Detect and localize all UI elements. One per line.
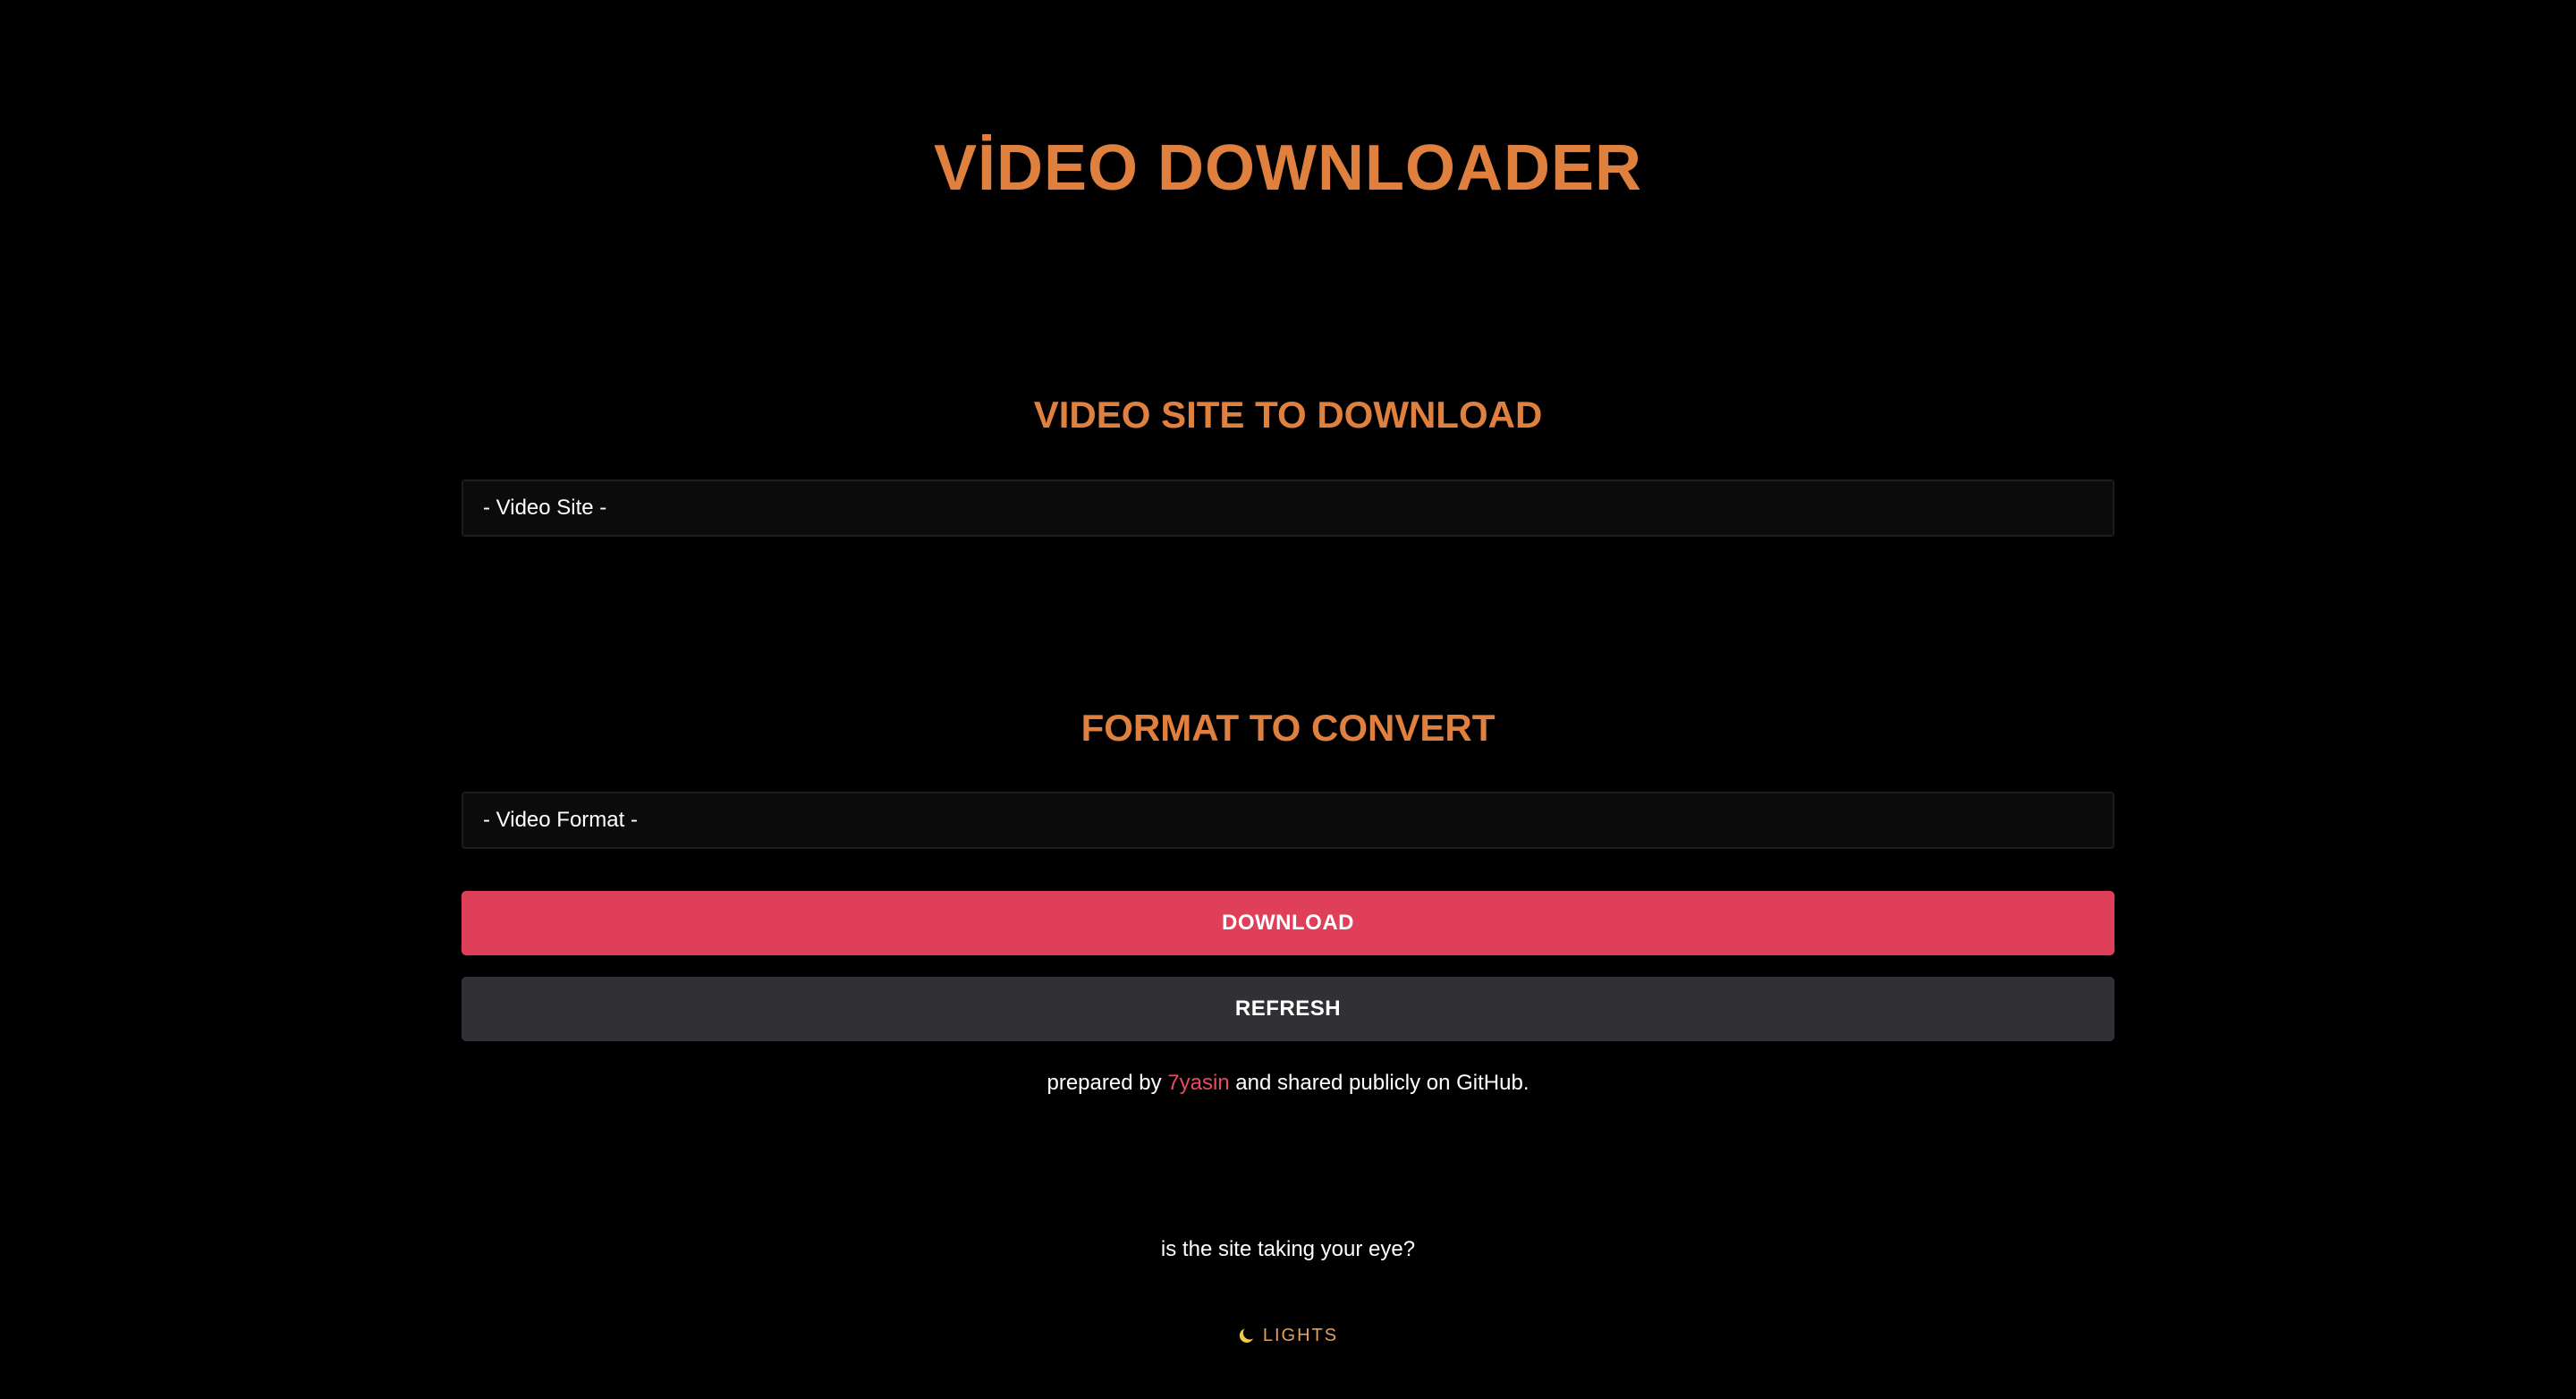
page-title: VİDEO DOWNLOADER [933, 132, 1642, 204]
refresh-button[interactable]: REFRESH [462, 977, 2114, 1041]
lights-toggle[interactable]: LIGHTS [1238, 1322, 1338, 1349]
credit-text: prepared by 7yasin and shared publicly o… [462, 1068, 2114, 1098]
video-site-select-value: - Video Site - [483, 496, 607, 520]
credit-suffix: and shared publicly on GitHub. [1229, 1071, 1530, 1095]
format-section-title: FORMAT TO CONVERT [1080, 707, 1496, 749]
lights-label: LIGHTS [1262, 1325, 1339, 1345]
video-site-section-title: VIDEO SITE TO DOWNLOAD [1033, 394, 1543, 436]
credit-prefix: prepared by [1046, 1071, 1168, 1095]
video-format-select[interactable]: - Video Format - [462, 792, 2114, 849]
video-format-select-value: - Video Format - [483, 808, 638, 832]
author-link[interactable]: 7yasin [1167, 1071, 1229, 1095]
refresh-button-label: REFRESH [1234, 996, 1342, 1021]
download-button[interactable]: DOWNLOAD [462, 891, 2114, 955]
eye-question-text: is the site taking your eye? [1160, 1237, 1416, 1261]
download-button-label: DOWNLOAD [1222, 911, 1354, 935]
moon-icon [1238, 1326, 1257, 1344]
video-site-select[interactable]: - Video Site - [462, 479, 2114, 537]
